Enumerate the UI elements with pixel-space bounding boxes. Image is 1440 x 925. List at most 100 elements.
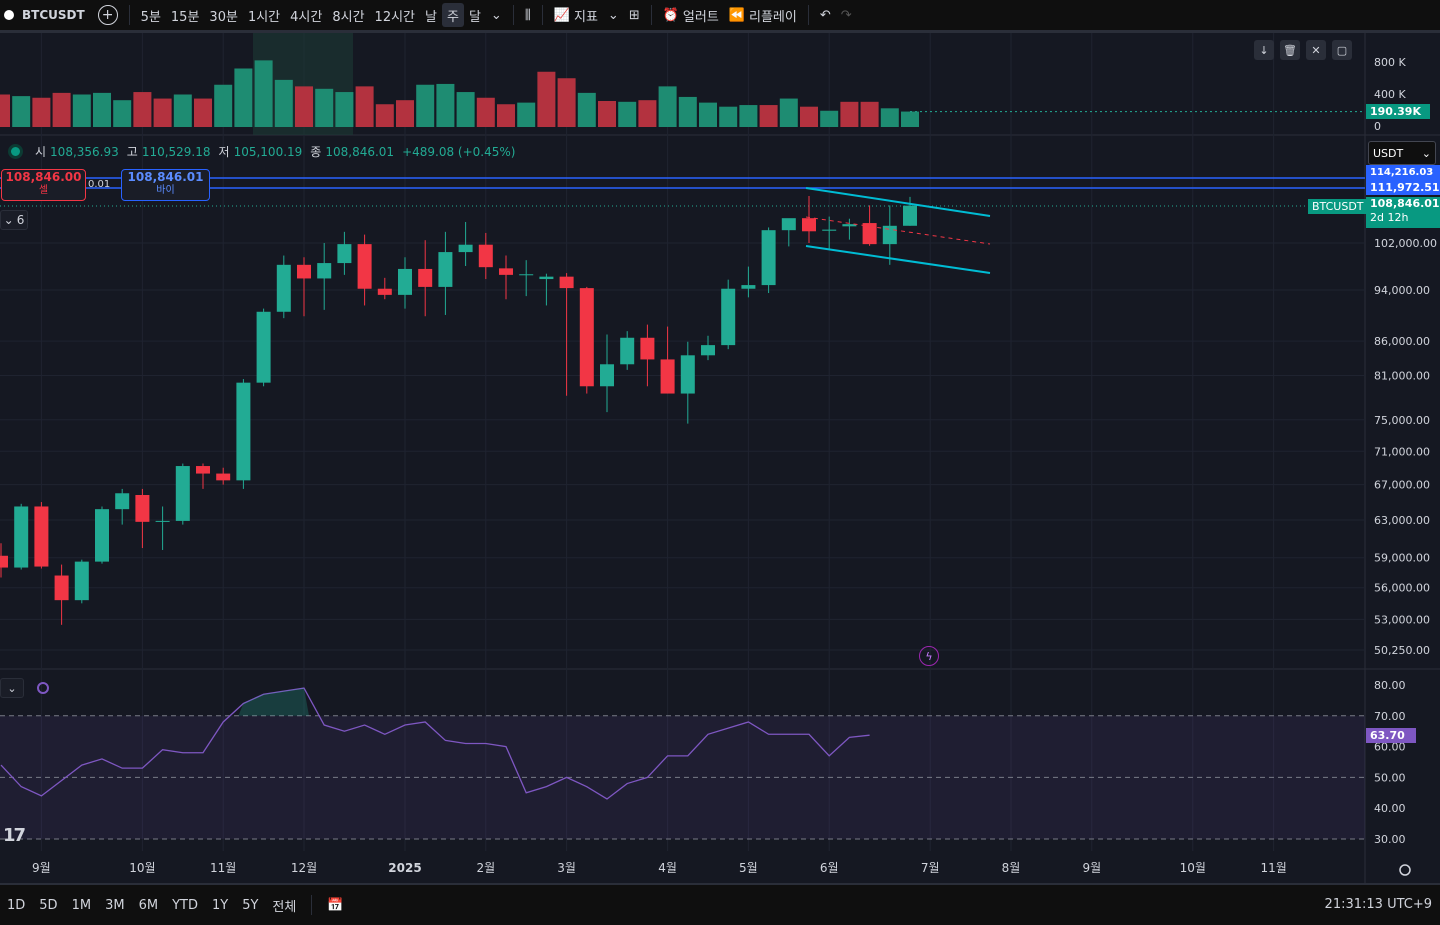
volume-bar <box>194 98 212 127</box>
price-tick-label: 81,000.00 <box>1374 370 1430 383</box>
volume-bar <box>335 92 354 127</box>
interval-3[interactable]: 1시간 <box>243 0 285 30</box>
candle-body <box>761 230 776 286</box>
volume-bar <box>12 96 31 127</box>
volume-bar <box>719 106 738 127</box>
range-8[interactable]: 전체 <box>265 896 303 915</box>
candle-body <box>478 244 493 268</box>
candle-body <box>34 506 49 567</box>
candle-body <box>256 311 271 383</box>
price-tick-label: 102,000.00 <box>1374 237 1437 250</box>
buy-button[interactable]: 108,846.01 바이 <box>121 169 210 201</box>
clock[interactable]: 21:31:13 UTC+9 <box>1325 897 1432 912</box>
rewind-icon: ⏪ <box>728 7 745 23</box>
divider <box>650 5 652 25</box>
range-4[interactable]: 6M <box>132 898 166 913</box>
volume-bar <box>173 94 192 127</box>
redo-button[interactable]: ↷ <box>836 0 857 30</box>
chevron-down-icon: ⌄ <box>7 681 17 695</box>
candle-body <box>317 263 332 279</box>
replay-button[interactable]: ⏪ 리플레이 <box>724 0 802 30</box>
candle-body <box>236 382 251 481</box>
interval-0[interactable]: 5분 <box>136 0 166 30</box>
candle-body <box>499 268 513 275</box>
interval-5[interactable]: 8시간 <box>327 0 369 30</box>
range-5[interactable]: YTD <box>165 898 205 913</box>
range-6[interactable]: 1Y <box>205 898 235 913</box>
maximize-icon[interactable]: ▢ <box>1332 40 1352 60</box>
price-tick-label: 71,000.00 <box>1374 445 1430 458</box>
range-3[interactable]: 3M <box>98 898 132 913</box>
currency-select[interactable]: USDT ⌄ <box>1368 141 1436 165</box>
volume-bar <box>416 84 435 127</box>
range-2[interactable]: 1M <box>65 898 99 913</box>
candle-body <box>721 288 736 346</box>
interval-7[interactable]: 날 <box>420 0 442 30</box>
sell-price: 108,846.00 <box>5 170 82 184</box>
move-down-icon[interactable]: ↓ <box>1254 40 1274 60</box>
volume-bar <box>93 92 111 127</box>
candle-body <box>377 288 392 295</box>
volume-bar <box>234 68 253 127</box>
indicator-collapse-button[interactable]: ⌄ 6 <box>0 210 28 230</box>
divider <box>311 895 313 915</box>
grid-icon: ⊞ <box>628 7 640 23</box>
interval-2[interactable]: 30분 <box>204 0 243 30</box>
volume-bar <box>820 110 839 127</box>
alerts-label: 얼러트 <box>682 9 719 25</box>
volume-tick-label: 800 K <box>1374 56 1406 69</box>
trash-icon[interactable]: 🗑 <box>1280 40 1300 60</box>
sell-button[interactable]: 108,846.00 셀 <box>1 169 86 201</box>
symbol-search[interactable]: BTCUSDT <box>0 0 93 30</box>
range-1[interactable]: 5D <box>32 898 64 913</box>
volume-bar <box>456 92 475 127</box>
open-label: 시 <box>35 145 47 159</box>
price-tag-line2: 111,972.51 <box>1366 180 1440 195</box>
interval-dropdown[interactable]: ⌄ <box>486 0 507 30</box>
candle-body <box>741 285 756 289</box>
range-0[interactable]: 1D <box>0 898 32 913</box>
goto-date-button[interactable]: 📅 <box>320 898 350 913</box>
candle-body <box>781 218 796 231</box>
rsi-tick-label: 30.00 <box>1374 833 1406 846</box>
candle-body <box>559 276 574 289</box>
chart-canvas[interactable]: 9월 10월 11월 12월 2025 2월 3월 4월 5월 6월 7월 8월 9월 10월 11월 102… <box>0 33 1440 884</box>
undo-icon: ↶ <box>819 7 831 23</box>
x-tick-label: 10월 <box>129 861 155 875</box>
undo-button[interactable]: ↶ <box>815 0 836 30</box>
interval-8[interactable]: 주 <box>441 3 464 27</box>
volume-bar <box>72 94 91 127</box>
candle-body <box>216 473 231 481</box>
collapse-icon[interactable]: ✕ <box>1306 40 1326 60</box>
indicators-button[interactable]: 📈 지표 <box>549 0 603 30</box>
bottom-toolbar: 1D 5D 1M 3M 6M YTD 1Y 5Y 전체 📅 21:31:13 UTC+9 <box>0 884 1440 925</box>
indicators-dropdown[interactable]: ⌄ <box>603 0 624 30</box>
rsi-collapse-button[interactable]: ⌄ <box>0 678 24 698</box>
chart-type-button[interactable]: ⫼ <box>520 0 536 30</box>
volume-bar <box>880 108 899 127</box>
volume-bar <box>699 102 717 127</box>
alerts-button[interactable]: ⏰ 얼러트 <box>658 0 724 30</box>
divider <box>807 5 809 25</box>
visibility-icon[interactable] <box>8 144 23 159</box>
interval-group: 5분 15분 30분 1시간 4시간 8시간 12시간 날 주 달 <box>136 0 486 30</box>
candle-body <box>519 274 534 276</box>
bar-countdown: 2d 12h <box>1370 211 1409 224</box>
interval-6[interactable]: 12시간 <box>370 0 420 30</box>
event-bolt-icon[interactable]: ϟ <box>919 646 939 666</box>
candle-body <box>115 493 130 510</box>
volume-tag: 190.39K <box>1366 104 1430 119</box>
interval-1[interactable]: 15분 <box>166 0 205 30</box>
volume-bar <box>375 104 394 127</box>
interval-9[interactable]: 달 <box>464 0 486 30</box>
layout-button[interactable]: ⊞ <box>624 0 645 30</box>
candle-body <box>196 466 210 474</box>
candle-body <box>600 364 614 387</box>
plus-icon: + <box>97 5 118 25</box>
range-7[interactable]: 5Y <box>235 898 265 913</box>
x-tick-label: 9월 <box>32 861 51 875</box>
compare-button[interactable]: + <box>93 0 123 30</box>
interval-4[interactable]: 4시간 <box>285 0 327 30</box>
rsi-tick-label: 80.00 <box>1374 679 1406 692</box>
x-tick-label: 4월 <box>658 861 677 875</box>
